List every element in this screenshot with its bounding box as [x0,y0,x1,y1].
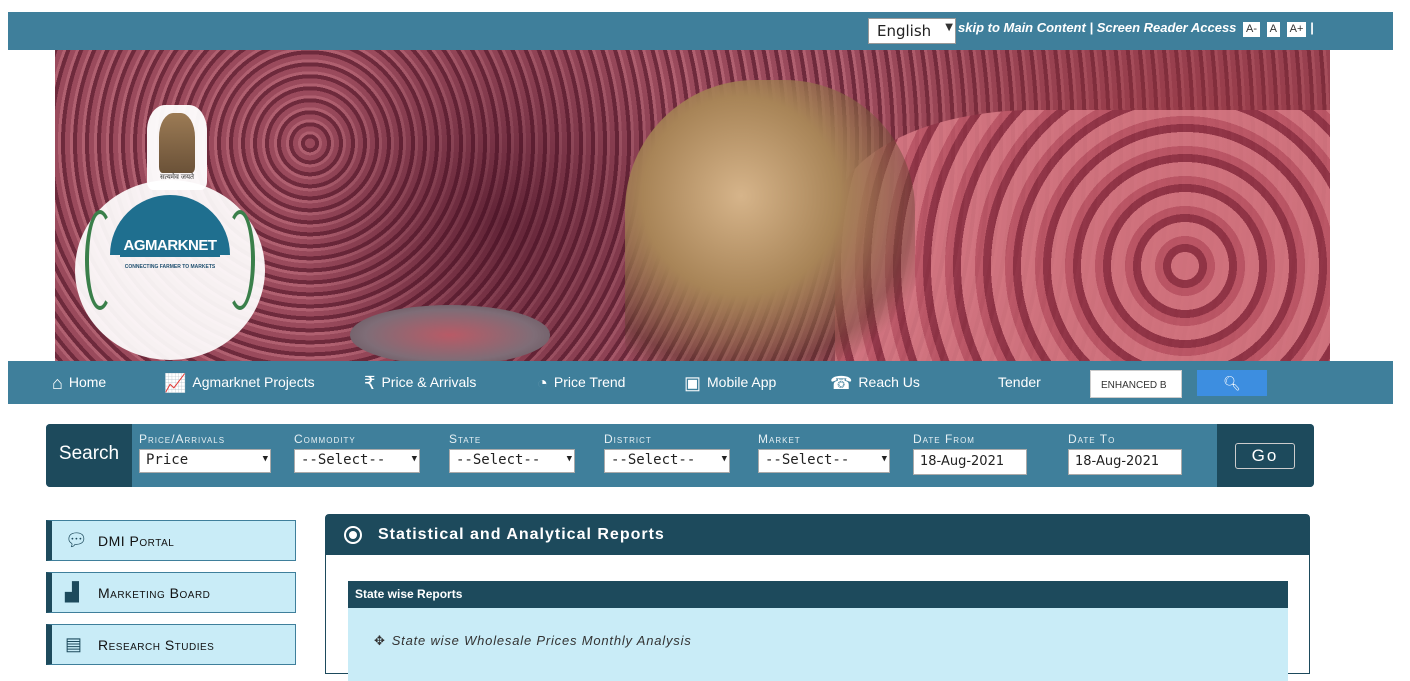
market-select[interactable]: --Select-- ▼ [758,449,890,473]
site-search-input[interactable]: ENHANCED B [1090,370,1182,398]
price-arrivals-select[interactable]: Price ▼ [139,449,271,473]
nav-reach-us-label: Reach Us [858,374,920,390]
search-form-label: Search [46,424,132,487]
report-link-label: State wise Wholesale Prices Monthly Anal… [391,633,692,648]
nav-projects-label: Agmarknet Projects [192,374,315,390]
font-increase-button[interactable]: A+ [1286,22,1307,37]
accessibility-links: skip to Main Content | Screen Reader Acc… [958,20,1314,37]
emblem-lions [159,113,195,173]
section-title: State wise Reports [348,581,1288,608]
dropdown-arrow-icon: ▼ [721,454,727,464]
commodity-label: Commodity [294,432,356,446]
sidebar-item-dmi-portal[interactable]: 💬︎ DMI Portal [46,520,296,561]
header-banner-image: सत्यमेव जयते AGMARKNET CONNECTING FARMER… [55,50,1330,361]
analytics-icon: ▤ [65,634,83,654]
nav-price-arrivals[interactable]: ₹ Price & Arrivals [364,361,476,404]
state-reports-section: State wise Reports ✥ State wise Wholesale… [348,581,1288,681]
android-icon: ▣ [684,372,702,393]
nav-tender-label: Tender [998,374,1041,390]
logo-tagline: CONNECTING FARMER TO MARKETS [124,264,216,270]
nav-price-trend[interactable]: ◔ Price Trend [537,361,625,404]
date-from-label: Date From [913,432,975,446]
top-bar: English ▼ skip to Main Content | Screen … [8,12,1393,50]
language-select[interactable]: English ▼ [868,18,956,44]
nav-home-label: Home [68,374,107,390]
sidebar-item-label: Research Studies [98,637,215,653]
dropdown-arrow-icon: ▼ [262,454,268,464]
nav-mobile-app[interactable]: ▣ Mobile App [684,361,776,404]
state-label: State [449,432,482,446]
dropdown-arrow-icon: ▼ [411,454,417,464]
market-label: Market [758,432,801,446]
nav-home[interactable]: ⌂ Home [52,361,106,404]
price-arrivals-field: Price/Arrivals Price ▼ [139,432,271,473]
bullet-icon: ✥ [374,633,386,648]
district-value: --Select-- [611,452,696,468]
banner-bowl [350,305,550,361]
nav-price-arrivals-label: Price & Arrivals [381,374,477,390]
sidebar-item-label: Marketing Board [98,585,211,601]
district-select[interactable]: --Select-- ▼ [604,449,730,473]
price-arrivals-label: Price/Arrivals [139,432,226,446]
date-from-field: Date From 18-Aug-2021 [913,432,1027,475]
state-value: --Select-- [456,452,541,468]
market-value: --Select-- [765,452,850,468]
wheat-right-icon [225,210,255,310]
skip-to-main-link[interactable]: skip to Main Content | Screen Reader Acc… [958,20,1236,35]
dropdown-arrow-icon: ▼ [881,454,887,464]
separator: | [1310,20,1314,35]
commodity-value: --Select-- [301,452,386,468]
language-select-value: English [877,22,932,40]
go-button[interactable]: Go [1235,443,1295,469]
chart-icon: 📈 [164,372,187,393]
date-to-field: Date To 18-Aug-2021 [1068,432,1182,475]
market-field: Market --Select-- ▼ [758,432,890,473]
phone-icon: ☎ [830,372,853,393]
sidebar-item-marketing-board[interactable]: ▟ Marketing Board [46,572,296,613]
commodity-select[interactable]: --Select-- ▼ [294,449,420,473]
state-field: State --Select-- ▼ [449,432,575,473]
main-nav: ⌂ Home 📈 Agmarknet Projects ₹ Price & Arriv… [8,361,1393,404]
nav-agmarknet-projects[interactable]: 📈 Agmarknet Projects [164,361,315,404]
agmarknet-logo[interactable]: AGMARKNET CONNECTING FARMER TO MARKETS [75,180,265,360]
date-to-input[interactable]: 18-Aug-2021 [1068,449,1182,475]
trend-icon: ◔ [537,372,548,393]
search-icon: 🔍︎ [1223,375,1241,391]
report-link-wholesale-prices[interactable]: ✥ State wise Wholesale Prices Monthly Ana… [374,633,692,649]
state-select[interactable]: --Select-- ▼ [449,449,575,473]
price-search-form: Search Price/Arrivals Price ▼ Commodity -… [46,424,1314,487]
nav-tender[interactable]: Tender [998,361,1041,404]
panel-title: Statistical and Analytical Reports [378,526,665,543]
commodity-field: Commodity --Select-- ▼ [294,432,420,473]
site-search-button[interactable]: 🔍︎ [1197,370,1267,396]
banner-worker [625,80,915,361]
price-arrivals-value: Price [146,452,189,468]
date-to-label: Date To [1068,432,1116,446]
go-area: Go [1217,424,1314,487]
district-label: District [604,432,652,446]
nav-reach-us[interactable]: ☎ Reach Us [830,361,920,404]
font-normal-button[interactable]: A [1266,22,1281,37]
home-icon: ⌂ [52,372,63,393]
reports-panel: Statistical and Analytical Reports State… [325,514,1310,681]
panel-header: Statistical and Analytical Reports [326,515,1309,555]
font-decrease-button[interactable]: A- [1243,22,1261,37]
dropdown-arrow-icon: ▼ [566,454,572,464]
chat-icon: 💬︎ [65,530,89,550]
national-emblem-icon: सत्यमेव जयते [147,105,207,190]
wheat-left-icon [85,210,115,310]
date-from-input[interactable]: 18-Aug-2021 [913,449,1027,475]
nav-mobile-app-label: Mobile App [707,374,777,390]
rupee-icon: ₹ [364,372,376,393]
sidebar-item-research-studies[interactable]: ▤ Research Studies [46,624,296,665]
logo-name: AGMARKNET [120,235,220,257]
radio-target-icon [344,526,362,544]
dropdown-arrow-icon: ▼ [945,22,953,33]
district-field: District --Select-- ▼ [604,432,730,473]
nav-price-trend-label: Price Trend [553,374,626,390]
sidebar-item-label: DMI Portal [98,533,175,549]
bar-chart-icon: ▟ [65,582,80,602]
